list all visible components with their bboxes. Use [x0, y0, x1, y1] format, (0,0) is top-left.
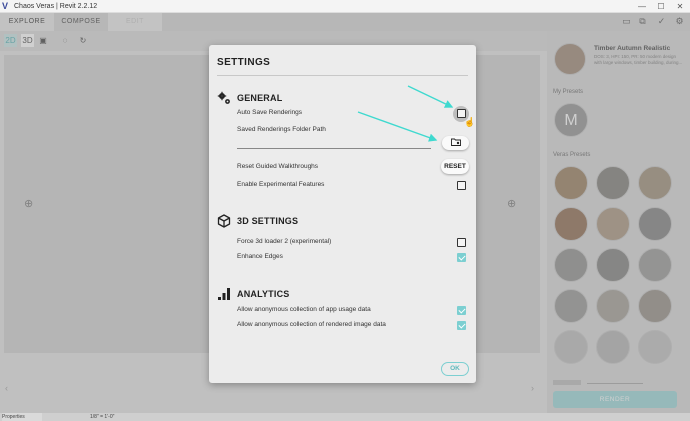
arrow-to-auto-save	[407, 85, 454, 108]
annotation-arrows	[357, 85, 454, 142]
arrow-to-folder-button	[357, 111, 438, 142]
